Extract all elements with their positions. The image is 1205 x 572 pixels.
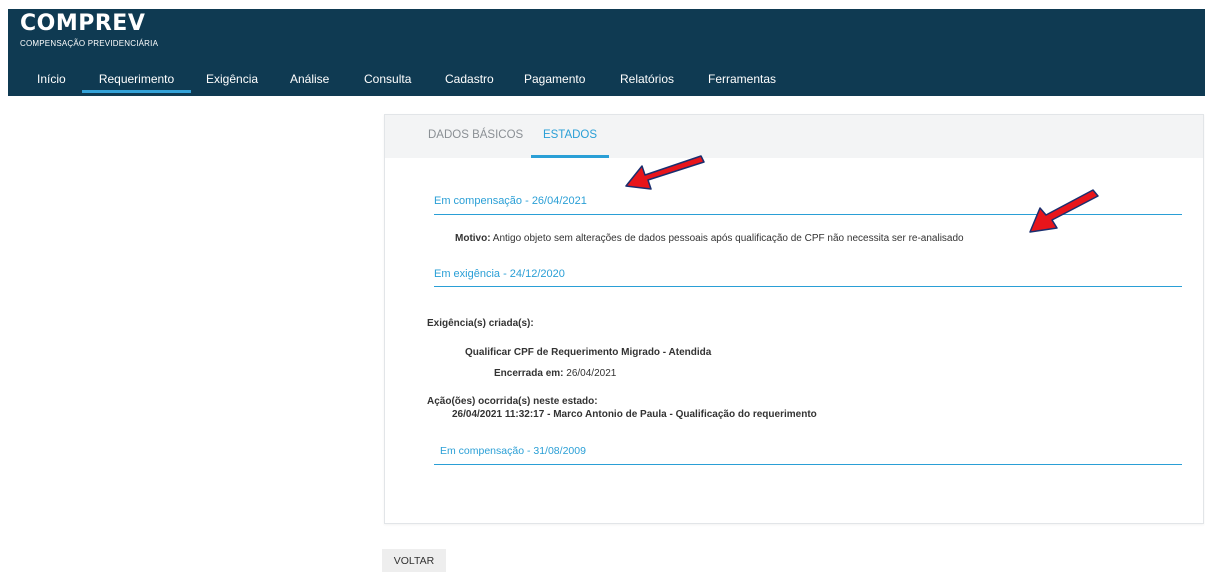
nav-item-cadastro[interactable]: Cadastro: [445, 69, 494, 93]
actions-label: Ação(ões) ocorrida(s) neste estado:: [427, 396, 598, 407]
action-entry: 26/04/2021 11:32:17 - Marco Antonio de P…: [452, 409, 817, 420]
state-divider: [434, 464, 1182, 465]
nav-item-exigencia[interactable]: Exigência: [206, 69, 258, 93]
app-header: COMPREV COMPENSAÇÃO PREVIDENCIÁRIA Iníci…: [8, 9, 1205, 96]
app-title: COMPREV: [20, 11, 146, 36]
tab-estados[interactable]: ESTADOS: [531, 115, 609, 158]
closed-date: 26/04/2021: [566, 368, 617, 379]
requirement-item: Qualificar CPF de Requerimento Migrado -…: [465, 347, 712, 358]
tab-bar: DADOS BÁSICOS ESTADOS: [385, 115, 1203, 158]
app-subtitle: COMPENSAÇÃO PREVIDENCIÁRIA: [20, 39, 159, 48]
top-spacer: [8, 0, 1205, 9]
reason-text: Antigo objeto sem alterações de dados pe…: [492, 233, 964, 244]
annotation-arrow-icon: [625, 155, 705, 190]
state-divider: [434, 286, 1182, 287]
nav-item-consulta[interactable]: Consulta: [364, 69, 411, 93]
reason-label: Motivo:: [455, 233, 491, 244]
nav-item-analise[interactable]: Análise: [290, 69, 329, 93]
nav-item-inicio[interactable]: Início: [37, 69, 66, 93]
details-panel: DADOS BÁSICOS ESTADOS Em compensação - 2…: [384, 114, 1204, 524]
annotation-arrow-icon: [1029, 189, 1099, 233]
reason-row: Motivo: Antigo objeto sem alterações de …: [455, 233, 964, 244]
state-heading-compensacao-2021[interactable]: Em compensação - 26/04/2021: [434, 195, 587, 207]
back-button[interactable]: VOLTAR: [382, 549, 446, 572]
state-heading-exigencia-2020[interactable]: Em exigência - 24/12/2020: [434, 268, 565, 280]
requirements-created-label: Exigência(s) criada(s):: [427, 318, 534, 329]
closed-row: Encerrada em: 26/04/2021: [494, 368, 616, 379]
tab-dados-basicos[interactable]: DADOS BÁSICOS: [428, 115, 523, 156]
nav-item-requerimento[interactable]: Requerimento: [82, 69, 191, 93]
nav-item-pagamento[interactable]: Pagamento: [524, 69, 585, 93]
nav-item-ferramentas[interactable]: Ferramentas: [708, 69, 776, 93]
nav-item-relatorios[interactable]: Relatórios: [620, 69, 674, 93]
state-heading-compensacao-2009[interactable]: Em compensação - 31/08/2009: [440, 445, 586, 457]
closed-label: Encerrada em:: [494, 368, 564, 379]
